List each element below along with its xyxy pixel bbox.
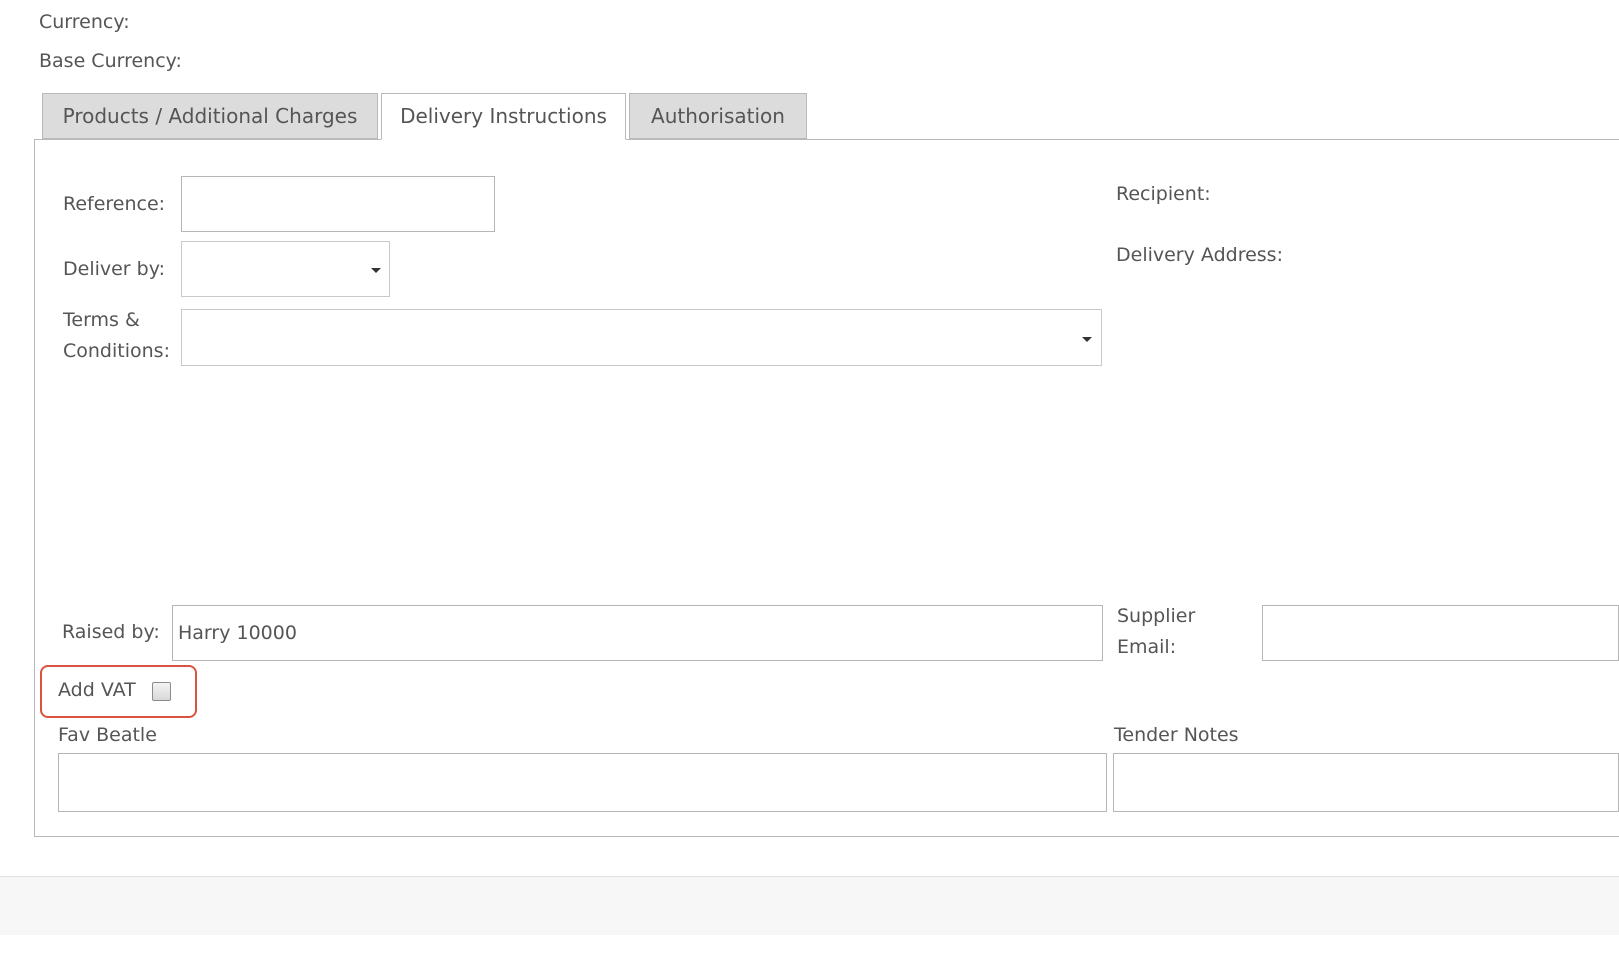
supplier-email-input[interactable]: [1262, 605, 1619, 661]
raised-by-label: Raised by:: [62, 621, 160, 643]
chevron-down-icon: [371, 268, 381, 273]
currency-label: Currency:: [39, 11, 130, 33]
tab-delivery-instructions[interactable]: Delivery Instructions: [381, 93, 626, 140]
base-currency-label: Base Currency:: [39, 50, 182, 72]
tab-authorisation[interactable]: Authorisation: [629, 93, 807, 139]
supplier-email-label: Supplier Email:: [1117, 605, 1196, 658]
reference-input[interactable]: [181, 176, 495, 232]
terms-conditions-select[interactable]: [181, 309, 1102, 366]
fav-beatle-label: Fav Beatle: [58, 724, 157, 746]
add-vat-label: Add VAT: [58, 679, 136, 701]
deliver-by-select[interactable]: [181, 241, 390, 297]
recipient-label: Recipient:: [1116, 183, 1211, 205]
raised-by-input[interactable]: [172, 605, 1103, 661]
footer-bar: [0, 876, 1619, 935]
tender-notes-input[interactable]: [1113, 753, 1619, 812]
tender-notes-label: Tender Notes: [1114, 724, 1239, 746]
terms-conditions-label: Terms & Conditions:: [63, 309, 170, 362]
add-vat-checkbox[interactable]: [152, 682, 171, 701]
fav-beatle-input[interactable]: [58, 753, 1107, 812]
reference-label: Reference:: [63, 193, 166, 215]
tab-products-additional-charges[interactable]: Products / Additional Charges: [42, 93, 378, 139]
chevron-down-icon: [1082, 337, 1092, 342]
delivery-address-label: Delivery Address:: [1116, 244, 1283, 266]
deliver-by-label: Deliver by:: [63, 258, 165, 280]
